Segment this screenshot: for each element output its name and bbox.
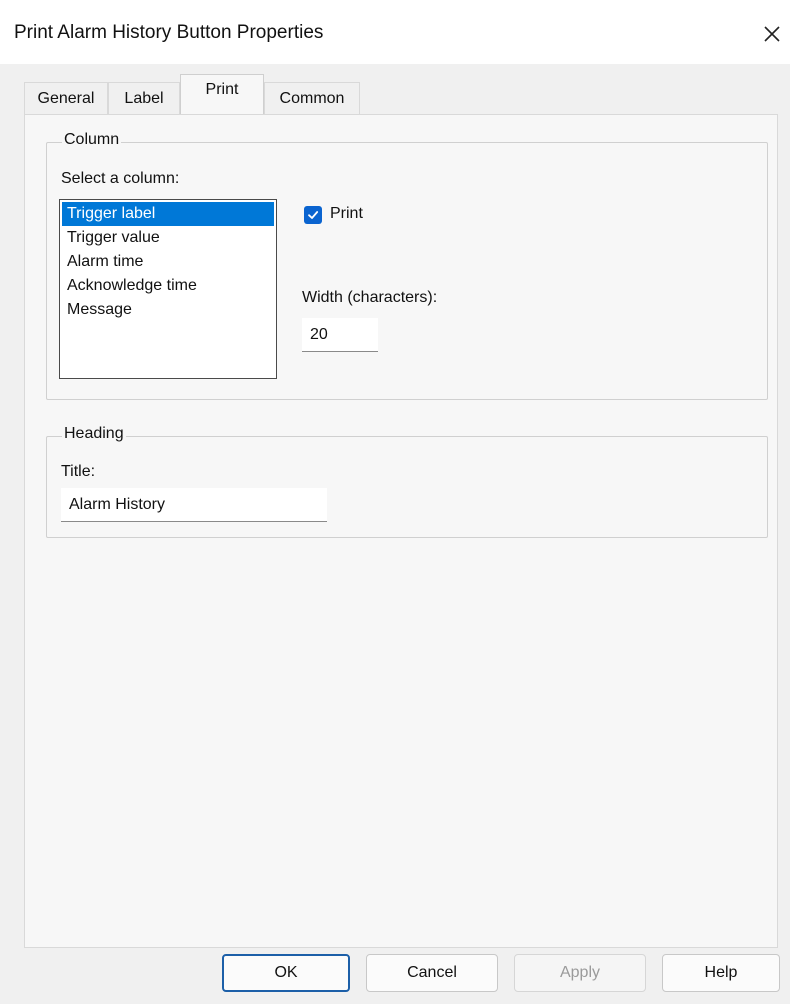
- list-item[interactable]: Alarm time: [62, 250, 274, 274]
- title-bar: Print Alarm History Button Properties: [0, 0, 790, 64]
- tab-common[interactable]: Common: [264, 82, 360, 114]
- help-button[interactable]: Help: [662, 954, 780, 992]
- checkmark-icon: [308, 211, 319, 219]
- print-checkbox[interactable]: [304, 206, 322, 224]
- ok-button[interactable]: OK: [222, 954, 350, 992]
- tab-label: Common: [279, 89, 345, 107]
- close-icon: [764, 26, 780, 42]
- list-item[interactable]: Trigger value: [62, 226, 274, 250]
- width-label: Width (characters):: [302, 289, 438, 306]
- heading-group-label: Heading: [62, 425, 126, 443]
- list-item[interactable]: Acknowledge time: [62, 274, 274, 298]
- tab-label: Label: [124, 89, 164, 107]
- dialog-title: Print Alarm History Button Properties: [14, 22, 324, 43]
- tab-general[interactable]: General: [24, 82, 108, 114]
- list-item[interactable]: Trigger label: [62, 202, 274, 226]
- select-column-label: Select a column:: [61, 170, 180, 187]
- print-checkbox-label[interactable]: Print: [330, 205, 363, 223]
- tab-print[interactable]: Print: [180, 74, 264, 114]
- close-button[interactable]: [754, 14, 790, 54]
- heading-groupbox: [46, 436, 768, 538]
- title-input[interactable]: [61, 488, 327, 522]
- tab-label: Print: [205, 80, 239, 98]
- column-listbox[interactable]: Trigger label Trigger value Alarm time A…: [59, 199, 277, 379]
- tab-label: General: [37, 89, 95, 107]
- width-input[interactable]: [302, 318, 378, 352]
- list-item[interactable]: Message: [62, 298, 274, 322]
- cancel-button-label: Cancel: [407, 964, 457, 981]
- apply-button-label: Apply: [559, 964, 601, 981]
- column-group-label: Column: [62, 131, 122, 149]
- title-label: Title:: [61, 463, 96, 480]
- help-button-label: Help: [704, 964, 738, 981]
- tab-label[interactable]: Label: [108, 82, 180, 114]
- apply-button: Apply: [514, 954, 646, 992]
- cancel-button[interactable]: Cancel: [366, 954, 498, 992]
- ok-button-label: OK: [274, 964, 298, 981]
